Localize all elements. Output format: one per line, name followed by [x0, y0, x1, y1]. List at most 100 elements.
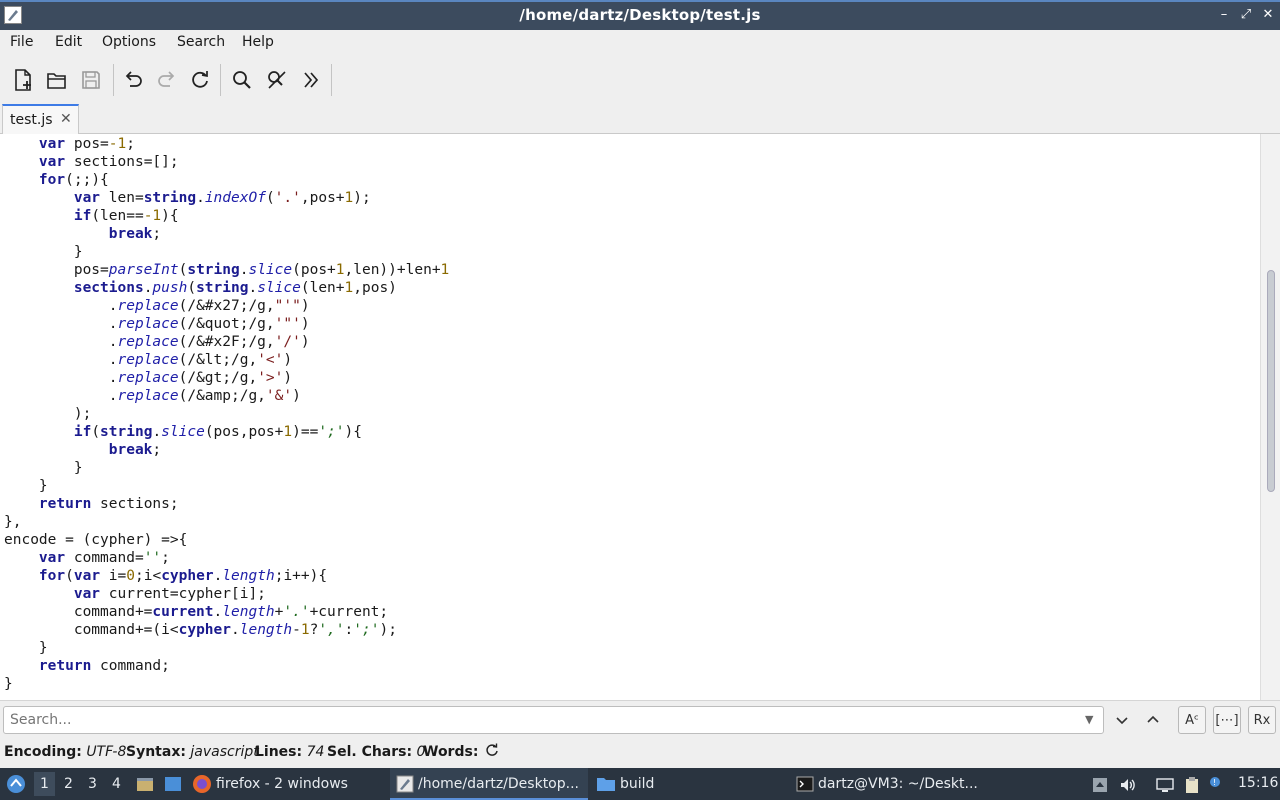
open-folder-icon[interactable]: [43, 66, 71, 94]
code-line: command+=(i<cypher.length-1?',':';');: [4, 622, 397, 638]
code-line: }: [4, 676, 13, 692]
menu-file[interactable]: File: [10, 34, 33, 50]
whole-word-toggle[interactable]: [⋯]: [1213, 706, 1241, 734]
update-notifier-icon[interactable]: !: [1208, 776, 1222, 794]
search-input[interactable]: [3, 706, 1104, 734]
code-line: }: [4, 244, 83, 260]
toolbar-separator: [220, 64, 221, 96]
clock: 15:16: [1238, 775, 1279, 791]
code-line: }: [4, 460, 83, 476]
code-line: .replace(/&gt;/g,'>'): [4, 370, 293, 386]
selection-status: Sel. Chars: 0: [327, 744, 426, 760]
status-bar: Encoding: UTF-8 Syntax: javascript Lines…: [0, 738, 1280, 768]
toolbar: [0, 58, 1280, 102]
tab-bar: test.js ✕: [0, 102, 1280, 135]
tab-close-icon[interactable]: ✕: [60, 111, 72, 127]
code-line: );: [4, 406, 92, 422]
refresh-word-count-icon[interactable]: [484, 742, 500, 762]
code-editor[interactable]: var pos=-1; var sections=[]; for(;;){ va…: [0, 134, 1260, 700]
code-line: return sections;: [38, 496, 179, 512]
close-button[interactable]: ✕: [1259, 6, 1277, 24]
search-history-dropdown-icon[interactable]: ▼: [1085, 713, 1099, 727]
tray-scroll-indicator-icon[interactable]: [1091, 776, 1109, 794]
code-line: pos=parseInt(string.slice(pos+1,len))+le…: [4, 262, 450, 278]
volume-icon[interactable]: [1119, 776, 1137, 794]
title-bar: /home/dartz/Desktop/test.js – ⤢ ✕: [0, 0, 1280, 30]
task-text-editor[interactable]: /home/dartz/Desktop...: [390, 768, 588, 800]
search-bar: ▼ Aᶜ [⋯] Rx: [0, 700, 1280, 738]
code-line: .replace(/&#x2F;/g,'/'): [4, 334, 310, 350]
code-line: .replace(/&amp;/g,'&'): [4, 388, 301, 404]
words-status: Words:: [423, 744, 479, 760]
regex-toggle[interactable]: Rx: [1248, 706, 1276, 734]
minimize-button[interactable]: –: [1215, 6, 1233, 24]
code-content: var pos=-1; var sections=[]; for(;;){ va…: [4, 135, 449, 693]
code-line: break;: [108, 226, 162, 242]
search-icon[interactable]: [228, 66, 256, 94]
menu-bar: File Edit Options Search Help: [0, 30, 1280, 56]
task-terminal[interactable]: dartz@VM3: ~/Deskt...: [796, 768, 986, 800]
folder-icon: [597, 778, 615, 791]
code-line: var sections=[];: [38, 154, 179, 170]
code-line: var current=cypher[i];: [73, 586, 266, 602]
taskbar: 1 2 3 4 firefox - 2 windows /home/dartz/…: [0, 768, 1280, 800]
text-editor-icon: [396, 775, 414, 793]
code-line: if(string.slice(pos,pos+1)==';'){: [73, 424, 363, 440]
code-line: sections.push(string.slice(len+1,pos): [73, 280, 397, 296]
find-next-button[interactable]: [1108, 706, 1136, 734]
show-desktop-icon[interactable]: [164, 775, 182, 793]
code-line: .replace(/&#x27;/g,"'"): [4, 298, 310, 314]
workspace-2[interactable]: 2: [64, 776, 73, 792]
code-line: .replace(/&quot;/g,'"'): [4, 316, 310, 332]
more-icon[interactable]: [297, 66, 325, 94]
code-line: for(;;){: [38, 172, 109, 188]
replace-icon[interactable]: [263, 66, 291, 94]
workspace-1[interactable]: 1: [34, 772, 55, 796]
undo-icon[interactable]: [119, 66, 147, 94]
file-manager-launcher-icon[interactable]: [136, 775, 154, 793]
toolbar-separator: [331, 64, 332, 96]
syntax-status: Syntax: javascript: [126, 744, 259, 760]
workspace-4[interactable]: 4: [112, 776, 121, 792]
code-line: var len=string.indexOf('.',pos+1);: [73, 190, 371, 206]
new-document-icon[interactable]: [9, 66, 37, 94]
scrollbar-thumb[interactable]: [1267, 270, 1275, 492]
tab-label: test.js: [10, 112, 53, 128]
code-line: },: [4, 514, 22, 530]
firefox-icon: [193, 775, 211, 793]
find-previous-button[interactable]: [1139, 706, 1167, 734]
task-firefox[interactable]: firefox - 2 windows: [192, 768, 388, 800]
menu-edit[interactable]: Edit: [55, 34, 82, 50]
redo-icon[interactable]: [153, 66, 181, 94]
code-line: }: [4, 640, 48, 656]
code-line: }: [4, 478, 48, 494]
task-build-folder[interactable]: build: [596, 768, 786, 800]
window-title: /home/dartz/Desktop/test.js: [519, 6, 761, 24]
workspace-3[interactable]: 3: [88, 776, 97, 792]
reload-icon[interactable]: [186, 66, 214, 94]
menu-help[interactable]: Help: [242, 34, 274, 50]
network-icon[interactable]: [1156, 776, 1174, 794]
code-line: var command='';: [38, 550, 170, 566]
code-line: .replace(/&lt;/g,'<'): [4, 352, 293, 368]
terminal-icon: [796, 776, 814, 792]
code-line: for(var i=0;i<cypher.length;i++){: [38, 568, 328, 584]
code-line: command+=current.length+'.'+current;: [4, 604, 389, 620]
encoding-status: Encoding: UTF-8: [4, 744, 127, 760]
clipboard-icon[interactable]: [1183, 776, 1201, 794]
maximize-button[interactable]: ⤢: [1237, 6, 1255, 24]
save-icon[interactable]: [77, 66, 105, 94]
toolbar-separator: [113, 64, 114, 96]
menu-options[interactable]: Options: [102, 34, 156, 50]
code-line: break;: [108, 442, 162, 458]
code-line: return command;: [38, 658, 170, 674]
match-case-toggle[interactable]: Aᶜ: [1178, 706, 1206, 734]
code-line: if(len==-1){: [73, 208, 179, 224]
menu-search[interactable]: Search: [177, 34, 225, 50]
tab-test-js[interactable]: test.js ✕: [2, 104, 79, 135]
svg-text:!: !: [1213, 778, 1216, 787]
code-line: encode = (cypher) =>{: [4, 532, 188, 548]
start-menu-icon[interactable]: [6, 774, 25, 793]
vertical-scrollbar[interactable]: [1260, 134, 1280, 700]
lines-status: Lines: 74: [255, 744, 325, 760]
